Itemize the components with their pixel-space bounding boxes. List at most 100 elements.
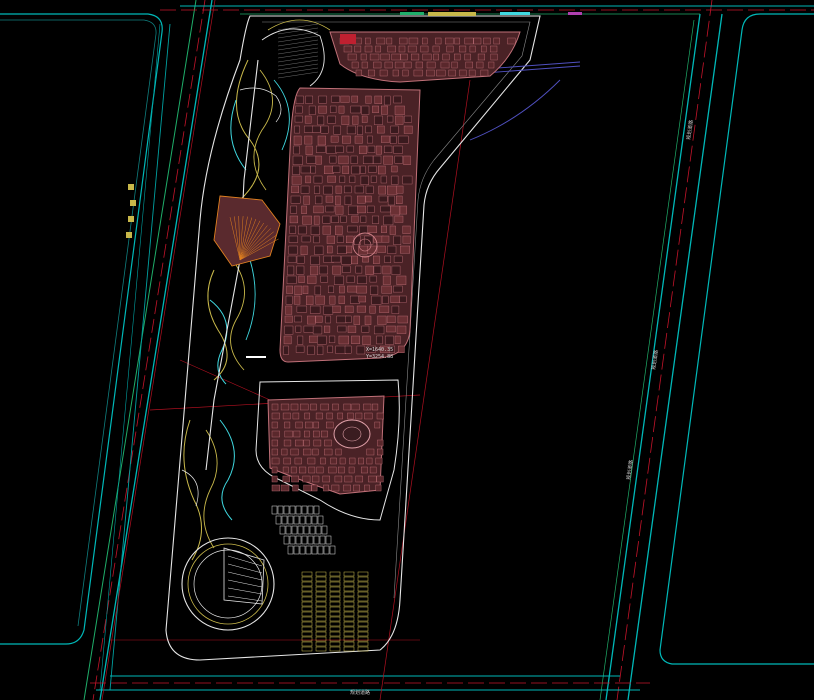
room-cell — [286, 275, 297, 285]
room-cell — [293, 430, 301, 438]
room-cell — [422, 37, 428, 45]
parking-stall — [301, 646, 313, 652]
room-cell — [338, 295, 345, 304]
room-cell — [387, 115, 394, 123]
room-cell — [342, 265, 351, 273]
marker-block-3 — [128, 216, 134, 222]
landscape-curve-4 — [273, 79, 290, 151]
parking-stall — [329, 576, 341, 582]
room-cell — [296, 265, 305, 275]
room-cell — [346, 235, 354, 244]
room-cell — [367, 135, 373, 144]
room-cell — [353, 484, 360, 492]
room-cell — [359, 145, 367, 154]
parking-stall — [315, 571, 327, 577]
parking-stall — [357, 621, 369, 627]
parking-stall — [301, 616, 313, 622]
room-cell — [338, 466, 345, 474]
room-cell — [325, 195, 334, 203]
room-cell — [364, 45, 373, 53]
room-cell — [396, 325, 407, 334]
room-cell — [400, 245, 411, 254]
parking-stall — [343, 581, 355, 587]
room-cell — [374, 115, 383, 125]
room-cell — [357, 205, 366, 214]
room-cell — [391, 305, 400, 314]
road-label-bottom: 规划道路 — [350, 689, 370, 696]
parking-stall — [315, 581, 327, 587]
room-cell — [315, 315, 323, 323]
parking-stall — [301, 641, 313, 647]
room-cell — [322, 475, 331, 483]
room-cell — [324, 325, 331, 333]
service-road-edge-1 — [109, 23, 171, 691]
room-cell — [347, 225, 358, 233]
room-cell — [393, 285, 403, 293]
room-cell — [393, 95, 402, 104]
room-cell — [351, 215, 359, 223]
parking-lot-north — [271, 505, 336, 555]
room-cell — [325, 205, 335, 213]
parking-stall — [287, 515, 294, 525]
parking-stall — [315, 626, 327, 632]
room-cell — [350, 295, 360, 304]
room-cell — [304, 115, 312, 124]
room-cell — [271, 412, 280, 420]
room-cell — [381, 285, 392, 294]
room-cell — [372, 403, 379, 411]
parking-stall — [325, 535, 332, 545]
white-bar-marker — [246, 356, 266, 358]
room-cell — [313, 215, 320, 225]
room-cell — [432, 45, 440, 53]
parking-stall — [343, 631, 355, 637]
room-cell — [329, 155, 337, 164]
room-cell — [320, 125, 329, 134]
room-cell — [303, 484, 312, 492]
room-cell — [355, 412, 363, 420]
court-line — [227, 563, 263, 574]
room-cell — [316, 466, 324, 474]
right-block-outline — [659, 13, 814, 665]
room-cell — [315, 295, 325, 305]
room-cell — [338, 105, 345, 114]
right-avenue-centerline — [616, 0, 713, 700]
room-cell — [346, 125, 356, 135]
room-cell — [358, 295, 367, 303]
parking-stall — [343, 616, 355, 622]
room-cell — [378, 185, 387, 195]
room-cell — [312, 125, 321, 133]
room-cell — [303, 195, 310, 205]
parking-stall — [307, 535, 314, 545]
room-cell — [375, 484, 382, 492]
parking-stall — [329, 601, 341, 607]
parking-stall — [315, 636, 327, 642]
room-cell — [334, 475, 343, 483]
room-cell — [395, 115, 404, 125]
room-cell — [345, 315, 352, 323]
room-cell — [326, 235, 336, 244]
parking-stall — [315, 591, 327, 597]
parking-stall — [319, 535, 326, 545]
room-cell — [407, 45, 417, 53]
room-cell — [476, 61, 484, 69]
room-cell — [355, 69, 362, 77]
room-cell — [294, 125, 301, 134]
room-cell — [310, 165, 317, 174]
room-cell — [317, 115, 325, 126]
parking-stall — [329, 646, 341, 652]
room-cell — [301, 205, 307, 214]
room-cell — [376, 412, 384, 420]
room-cell — [415, 61, 424, 69]
room-cell — [436, 69, 446, 77]
room-cell — [315, 412, 323, 420]
parking-stall — [329, 626, 341, 632]
room-cell — [304, 412, 311, 420]
room-cell — [364, 412, 373, 420]
landscape-curve-7 — [230, 261, 245, 371]
room-cell — [346, 275, 355, 283]
room-cell — [299, 466, 307, 474]
room-cell — [364, 484, 370, 492]
south-building-complex — [255, 379, 400, 521]
room-cell — [355, 475, 363, 483]
room-cell — [335, 195, 341, 206]
